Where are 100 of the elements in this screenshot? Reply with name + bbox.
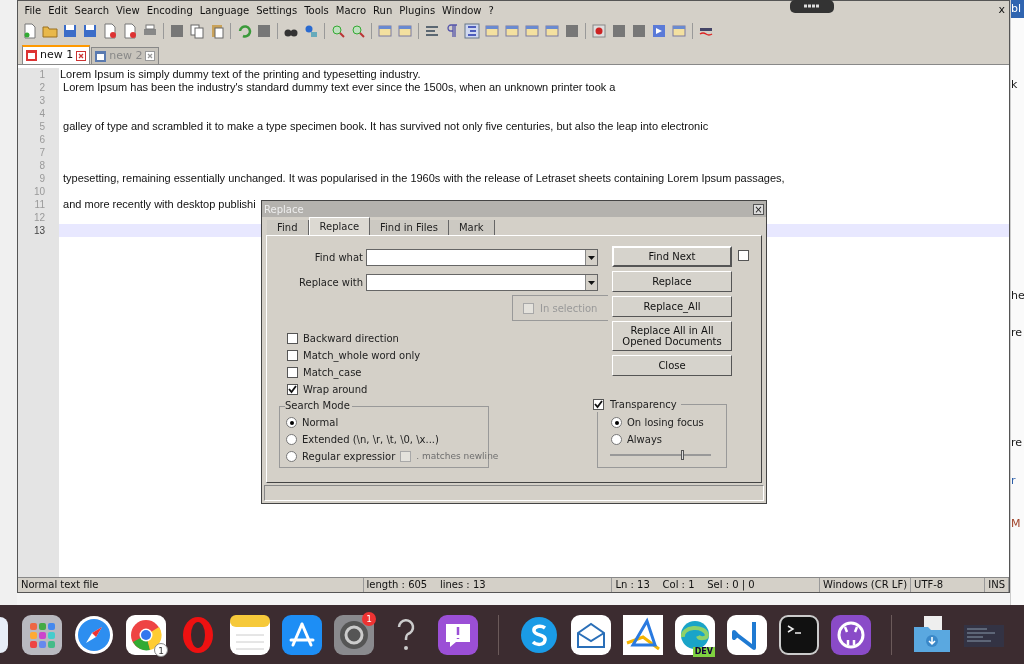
close-icon[interactable] [145,51,156,61]
chat-icon[interactable] [519,614,559,655]
menu-item[interactable]: File [21,3,45,18]
download-folder-icon[interactable] [912,614,952,655]
camera-notch-icon [790,0,834,13]
line-number: 2 [38,81,46,94]
square-icon[interactable] [169,23,185,39]
menu-item[interactable]: Language [196,3,253,18]
checkbox[interactable] [738,250,749,261]
radio-button[interactable] [611,434,622,445]
checkbox-label: Backward direction [303,332,399,346]
envelope-icon[interactable] [571,614,611,655]
line-number: 5 [38,120,46,133]
dialog-tab[interactable]: Replace [308,217,371,235]
square-icon[interactable] [564,23,580,39]
menu-item[interactable]: Macro [332,3,370,18]
menu-item[interactable]: Run [369,3,396,18]
checkbox[interactable] [287,384,298,395]
dialog-tab[interactable]: Find in Files [370,220,449,235]
indent-guide-icon[interactable] [464,23,480,39]
paste-icon[interactable] [209,23,225,39]
field-label: Find what [314,251,363,265]
checkbox-label: Wrap around [303,383,368,397]
close-file-icon[interactable] [102,23,118,39]
checkbox[interactable] [287,333,298,344]
page-text: re [1011,435,1023,451]
copy-icon[interactable] [189,23,205,39]
line-number: 9 [38,172,46,185]
dialog-tab[interactable]: Find [267,220,309,235]
transparency-slider[interactable] [610,450,711,460]
browser-icon[interactable] [126,614,166,655]
slider-thumb[interactable] [680,450,684,460]
dialog-button[interactable]: Replace_All [612,296,732,317]
close-all-icon[interactable] [122,23,138,39]
checkbox[interactable] [287,367,298,378]
page-header-text: bl [1011,0,1024,18]
dialog-tab[interactable]: Mark [448,220,495,235]
menu-item[interactable]: Search [71,3,113,18]
checkbox-label: Transparency [610,398,677,412]
radio-button[interactable] [611,417,622,428]
menu-item[interactable]: Plugins [395,3,439,18]
gear-icon[interactable] [334,614,374,655]
checkbox-label: In selection [540,301,598,316]
app-store-icon[interactable] [282,614,322,655]
dialog-button[interactable]: Replace All in All Opened Documents [612,321,732,351]
square-icon[interactable] [611,23,627,39]
menu-item[interactable]: Window [438,3,486,18]
menu-item[interactable]: ? [485,3,498,18]
find-what-combobox[interactable] [366,249,598,266]
page-text: he [1011,288,1024,304]
radio-label: Normal [302,416,339,430]
window-close-button[interactable]: x [994,2,1009,19]
group-title: Search Mode [285,399,352,412]
menu-item[interactable]: Encoding [143,3,197,18]
page-text: re [1011,325,1023,341]
menu-item[interactable]: Edit [44,3,72,18]
save-all-icon[interactable] [82,23,98,39]
swirl-icon[interactable] [675,614,715,655]
close-button[interactable]: × [753,203,764,215]
dialog-button[interactable]: Close [612,355,732,376]
square-icon[interactable] [256,23,272,39]
radio-button[interactable] [286,434,297,445]
wrap-icon[interactable] [424,23,440,39]
pilcrow-icon[interactable] [444,23,460,39]
terminal-icon[interactable] [779,614,819,655]
menu-item[interactable]: Settings [252,3,301,18]
line-number: 1 [38,68,46,81]
speech-bubble-icon[interactable] [438,614,478,655]
status-field: UTF-8 [911,578,986,592]
zoom-out-icon[interactable] [350,23,366,39]
new-file-icon[interactable] [22,23,38,39]
radio-label: Regular expressior [302,450,396,464]
text-line: typesetting, remaining essentially unchanged. It was popularised in the 1960s with the release of Letraset sheets containing Lorem Ipsum passages, [62,172,785,184]
menu-item[interactable]: View [112,3,144,18]
notepad-icon[interactable] [230,614,270,655]
close-icon[interactable] [76,50,87,61]
menu-item[interactable]: Tools [300,3,333,18]
zoom-in-icon[interactable] [330,23,346,39]
checkbox[interactable] [593,399,604,410]
square-icon[interactable] [631,23,647,39]
text-line: galley of type and scrambled it to make a type specimen book. It has survived not only five centuries, but also the leap into electronic [62,120,709,132]
record-icon[interactable] [591,23,607,39]
save-icon[interactable] [62,23,78,39]
compass-icon[interactable] [74,614,114,655]
replace-with-combobox[interactable] [366,274,598,291]
radio-button[interactable] [286,417,297,428]
checkbox[interactable] [287,350,298,361]
checkbox-label: . matches newline [416,449,499,463]
line-number: 13 [32,224,46,237]
app-grid-icon[interactable] [22,614,62,655]
radio-button[interactable] [286,451,297,462]
triangle-logo-icon[interactable] [623,614,663,655]
line-number: 8 [38,159,46,172]
radio-label: Extended (\n, \r, \t, \0, \x...) [302,433,439,447]
line-number: 6 [38,133,46,146]
play-icon[interactable] [651,23,667,39]
dialog-button[interactable]: Replace [612,271,732,292]
file-icon [95,50,107,62]
dialog-button[interactable]: Find Next [612,246,732,267]
file-tab[interactable]: new 1 [22,45,91,64]
